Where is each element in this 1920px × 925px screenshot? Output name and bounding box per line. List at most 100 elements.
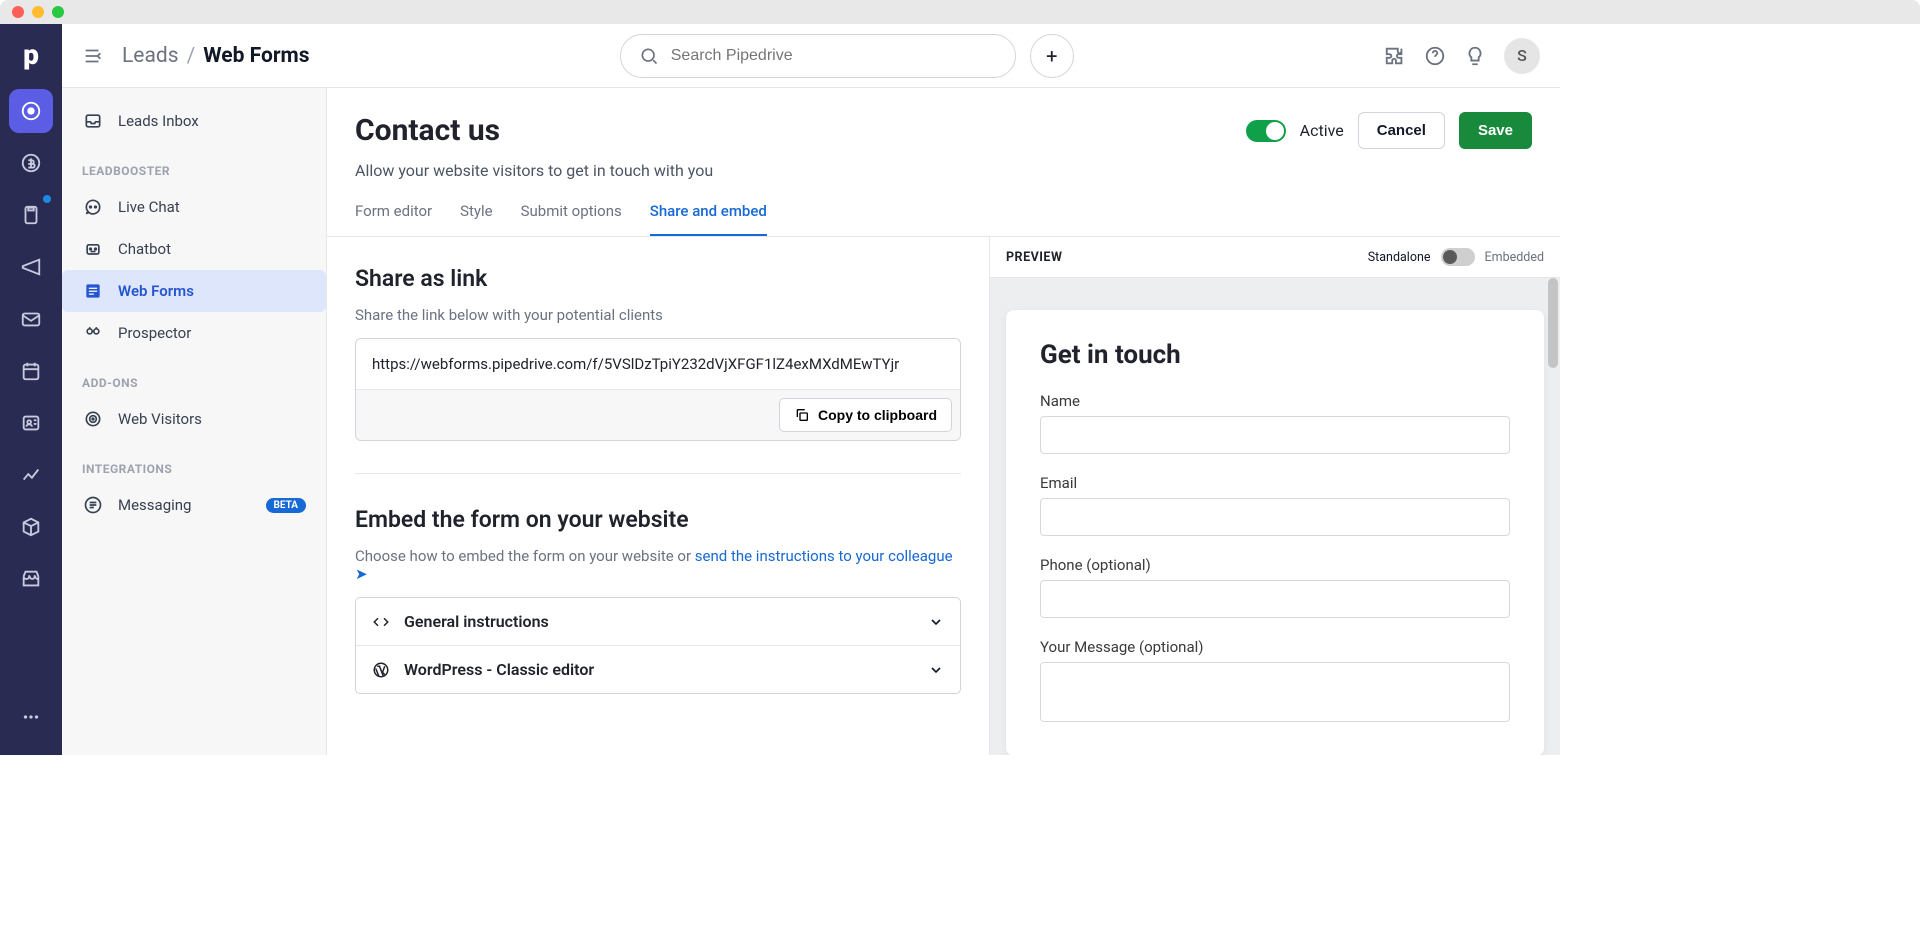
window-chrome [0, 0, 1920, 24]
prospector-icon [82, 322, 104, 344]
bot-icon [82, 238, 104, 260]
accordion-general-instructions[interactable]: General instructions [356, 598, 960, 645]
sidebar-item-messaging[interactable]: Messaging BETA [62, 484, 326, 526]
rail-activities-icon[interactable] [9, 349, 53, 393]
messaging-icon [82, 494, 104, 516]
search-field[interactable] [620, 34, 1016, 78]
tab-style[interactable]: Style [460, 202, 493, 236]
sidebar-item-label: Web Visitors [118, 410, 202, 428]
rail-products-icon[interactable] [9, 505, 53, 549]
sidebar-item-chatbot[interactable]: Chatbot [62, 228, 326, 270]
share-link-url[interactable]: https://webforms.pipedrive.com/f/5VSlDzT… [356, 339, 960, 389]
sales-assistant-icon[interactable] [1464, 45, 1486, 67]
preview-form-card: Get in touch Name Email Phone (optional)… [1006, 310, 1544, 755]
rail-contacts-icon[interactable] [9, 401, 53, 445]
search-icon [639, 46, 659, 66]
tab-submit-options[interactable]: Submit options [521, 202, 622, 236]
embed-section-title: Embed the form on your website [355, 506, 961, 533]
rail-insights-icon[interactable] [9, 453, 53, 497]
preview-form-title: Get in touch [1040, 340, 1510, 370]
extensions-icon[interactable] [1384, 45, 1406, 67]
preview-field-label: Name [1040, 392, 1510, 410]
preview-mode-standalone[interactable]: Standalone [1368, 250, 1431, 265]
sidebar-heading-leadbooster: LEADBOOSTER [62, 142, 326, 186]
page-title: Contact us [355, 113, 500, 148]
sidebar-item-label: Live Chat [118, 198, 180, 216]
preview-name-input[interactable] [1040, 416, 1510, 454]
preview-scrollbar[interactable] [1548, 278, 1558, 368]
share-embed-panel: Share as link Share the link below with … [327, 237, 990, 755]
help-icon[interactable] [1424, 45, 1446, 67]
sidebar-item-label: Prospector [118, 324, 191, 342]
search-input[interactable] [671, 47, 997, 65]
tab-share-embed[interactable]: Share and embed [650, 202, 767, 236]
rail-mail-icon[interactable] [9, 297, 53, 341]
rail-deals-icon[interactable] [9, 141, 53, 185]
code-icon [372, 613, 392, 631]
window-minimize-icon[interactable] [32, 6, 44, 18]
preview-label: PREVIEW [1006, 250, 1062, 265]
inbox-icon [82, 110, 104, 132]
breadcrumb-separator: / [187, 44, 196, 68]
embed-section-subtitle: Choose how to embed the form on your web… [355, 547, 961, 583]
preview-mode-embedded[interactable]: Embedded [1485, 250, 1545, 265]
sidebar-item-label: Web Forms [118, 282, 194, 300]
save-button[interactable]: Save [1459, 112, 1532, 149]
preview-email-input[interactable] [1040, 498, 1510, 536]
plus-icon: + [1046, 44, 1057, 68]
sidebar-item-label: Chatbot [118, 240, 171, 258]
page-description: Allow your website visitors to get in to… [355, 161, 1532, 180]
sidebar-item-prospector[interactable]: Prospector [62, 312, 326, 354]
main-nav-rail: p [0, 24, 62, 755]
preview-field-label: Your Message (optional) [1040, 638, 1510, 656]
tabs: Form editor Style Submit options Share a… [327, 180, 1560, 237]
window-maximize-icon[interactable] [52, 6, 64, 18]
accordion-label: WordPress - Classic editor [404, 660, 594, 679]
share-link-box: https://webforms.pipedrive.com/f/5VSlDzT… [355, 338, 961, 441]
embed-accordion: General instructions WordPress - Classic… [355, 597, 961, 694]
rail-campaigns-icon[interactable] [9, 245, 53, 289]
copy-button-label: Copy to clipboard [818, 407, 937, 423]
user-avatar[interactable]: S [1504, 38, 1540, 74]
sidebar-collapse-icon[interactable] [82, 45, 104, 67]
preview-phone-input[interactable] [1040, 580, 1510, 618]
wordpress-icon [372, 661, 392, 679]
sidebar-item-label: Messaging [118, 496, 191, 514]
copy-icon [794, 407, 810, 423]
radar-icon [82, 408, 104, 430]
active-toggle[interactable] [1246, 120, 1286, 142]
content-area: Contact us Active Cancel Save Allow your… [327, 88, 1560, 755]
preview-field-label: Email [1040, 474, 1510, 492]
accordion-wordpress-classic[interactable]: WordPress - Classic editor [356, 645, 960, 693]
preview-canvas: Get in touch Name Email Phone (optional)… [990, 277, 1560, 755]
preview-message-textarea[interactable] [1040, 662, 1510, 722]
tab-form-editor[interactable]: Form editor [355, 202, 432, 236]
sidebar-item-web-visitors[interactable]: Web Visitors [62, 398, 326, 440]
sidebar-item-label: Leads Inbox [118, 112, 199, 130]
sidebar-item-live-chat[interactable]: Live Chat [62, 186, 326, 228]
breadcrumb-current: Web Forms [203, 44, 309, 68]
sidebar-item-web-forms[interactable]: Web Forms [62, 270, 326, 312]
sidebar-item-leads-inbox[interactable]: Leads Inbox [62, 100, 326, 142]
active-label: Active [1300, 121, 1344, 140]
send-icon: ➤ [355, 565, 368, 583]
breadcrumb-parent[interactable]: Leads [122, 44, 179, 68]
cancel-button[interactable]: Cancel [1358, 112, 1445, 149]
window-close-icon[interactable] [12, 6, 24, 18]
rail-projects-icon[interactable] [9, 193, 53, 237]
accordion-label: General instructions [404, 612, 549, 631]
section-divider [355, 473, 961, 474]
chevron-down-icon [928, 662, 944, 678]
secondary-sidebar: Leads Inbox LEADBOOSTER Live Chat Chatbo… [62, 88, 327, 755]
breadcrumb: Leads / Web Forms [122, 44, 310, 68]
beta-badge: BETA [266, 498, 307, 513]
rail-more-icon[interactable] [9, 695, 53, 739]
quick-add-button[interactable]: + [1030, 34, 1074, 78]
rail-leads-icon[interactable] [9, 89, 53, 133]
preview-mode-toggle[interactable] [1441, 248, 1475, 266]
rail-marketplace-icon[interactable] [9, 557, 53, 601]
app-logo-icon: p [23, 38, 39, 71]
copy-to-clipboard-button[interactable]: Copy to clipboard [779, 398, 952, 432]
preview-field-label: Phone (optional) [1040, 556, 1510, 574]
form-icon [82, 280, 104, 302]
